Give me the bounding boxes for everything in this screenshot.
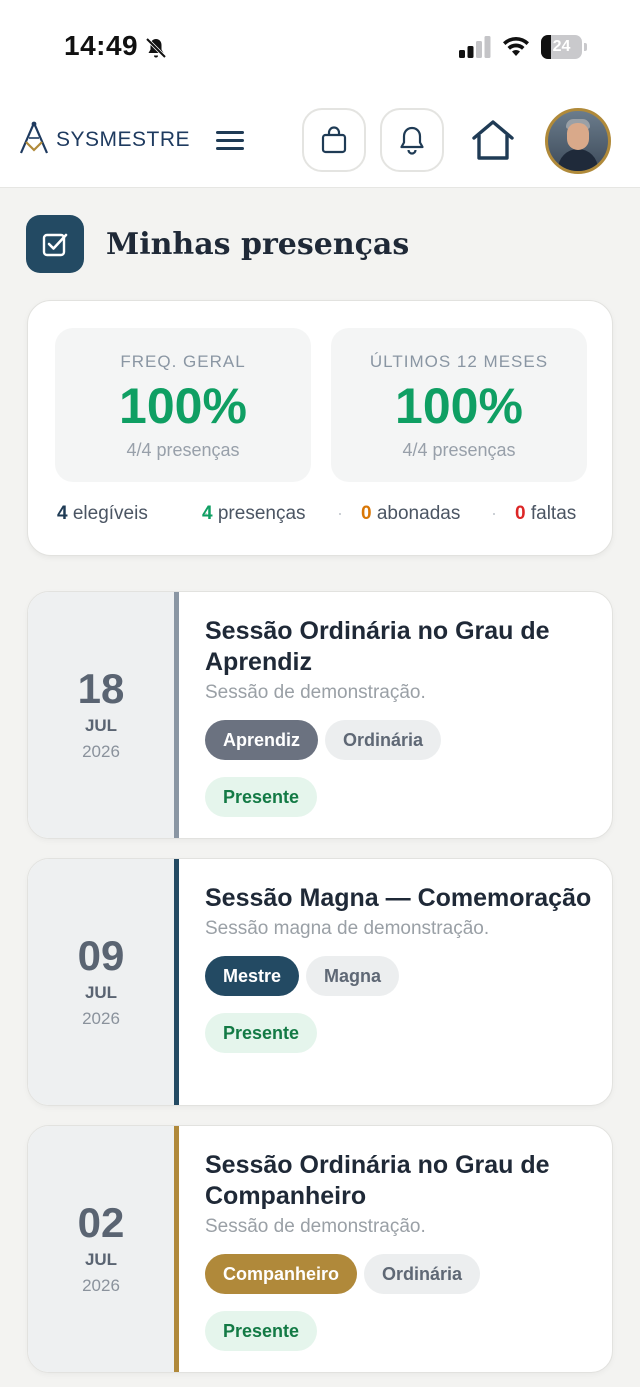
session-type-tag: Magna xyxy=(306,956,400,996)
session-type-tag: Ordinária xyxy=(325,720,442,760)
separator-dot: · xyxy=(337,503,343,523)
date-day: 18 xyxy=(77,665,125,712)
stat-label: FREQ. GERAL xyxy=(120,352,246,371)
stat-sub: 4/4 presenças xyxy=(126,440,240,460)
user-avatar[interactable] xyxy=(545,108,611,174)
attendance-counts: 4 elegíveis · 4 presenças · 0 abonadas ·… xyxy=(28,503,614,533)
status-bar: 14:49 24 xyxy=(0,0,640,96)
wifi-icon xyxy=(503,36,529,56)
date-year: 2026 xyxy=(82,742,120,761)
session-title: Sessão Ordinária no Grau de Aprendiz xyxy=(205,617,550,676)
session-title: Sessão Magna — Comemoração xyxy=(205,884,592,912)
session-date: 02 JUL 2026 xyxy=(28,1126,174,1372)
session-type-tag: Ordinária xyxy=(364,1254,481,1294)
session-title: Sessão Ordinária no Grau de Companheiro xyxy=(205,1151,550,1210)
date-month: JUL xyxy=(84,983,118,1002)
session-card[interactable]: 09 JUL 2026 Sessão Magna — Comemoração S… xyxy=(27,858,613,1106)
date-month: JUL xyxy=(84,716,118,735)
stat-value: 100% xyxy=(119,378,247,434)
attendance-status-badge: Presente xyxy=(205,1311,318,1351)
presence-count: 4 presenças xyxy=(202,503,306,524)
attendance-status-badge: Presente xyxy=(205,1013,318,1053)
overall-frequency-stat: FREQ. GERAL 100% 4/4 presenças xyxy=(55,328,311,482)
session-date: 18 JUL 2026 xyxy=(28,592,174,838)
date-year: 2026 xyxy=(82,1009,120,1028)
page-title: Minhas presenças xyxy=(106,226,410,262)
grade-tag: Companheiro xyxy=(205,1254,358,1294)
grade-accent-bar xyxy=(174,592,179,838)
notifications-button[interactable] xyxy=(380,108,444,172)
menu-button[interactable] xyxy=(214,126,248,156)
app-header: SYSMESTRE xyxy=(0,96,640,188)
shop-button[interactable] xyxy=(302,108,366,172)
logo-text: SYSMESTRE xyxy=(56,128,191,151)
grade-tag: Mestre xyxy=(205,956,300,996)
date-month: JUL xyxy=(84,1250,118,1269)
grade-tag: Aprendiz xyxy=(205,720,319,760)
checkbox-icon xyxy=(26,215,84,273)
page-header: Minhas presenças xyxy=(26,214,409,274)
grade-accent-bar xyxy=(174,859,179,1105)
stat-label: ÚLTIMOS 12 MESES xyxy=(369,352,549,371)
session-description: Sessão de demonstração. xyxy=(205,682,426,703)
home-icon[interactable] xyxy=(470,118,516,162)
attendance-status-badge: Presente xyxy=(205,777,318,817)
bell-off-icon xyxy=(145,37,167,59)
excused-count: 0 abonadas xyxy=(361,503,461,524)
status-time: 14:49 xyxy=(64,30,139,61)
hamburger-line xyxy=(216,147,244,150)
stat-value: 100% xyxy=(395,378,523,434)
stat-sub: 4/4 presenças xyxy=(402,440,516,460)
battery-level: 24 xyxy=(552,38,571,55)
shopping-bag-icon xyxy=(321,126,347,154)
date-day: 02 xyxy=(77,1199,125,1246)
grade-accent-bar xyxy=(174,1126,179,1372)
eligible-count: 4 elegíveis xyxy=(57,503,148,524)
session-card[interactable]: 18 JUL 2026 Sessão Ordinária no Grau de … xyxy=(27,591,613,839)
square-compass-icon xyxy=(19,121,49,154)
sysmestre-logo[interactable]: SYSMESTRE xyxy=(18,120,190,160)
session-description: Sessão magna de demonstração. xyxy=(205,918,490,939)
separator-dot: · xyxy=(491,503,497,523)
attendance-summary-card: FREQ. GERAL 100% 4/4 presenças ÚLTIMOS 1… xyxy=(27,300,613,556)
date-day: 09 xyxy=(77,932,125,979)
date-year: 2026 xyxy=(82,1276,120,1295)
hamburger-line xyxy=(216,131,244,134)
bell-icon xyxy=(400,126,424,155)
session-description: Sessão de demonstração. xyxy=(205,1216,426,1237)
session-date: 09 JUL 2026 xyxy=(28,859,174,1105)
hamburger-line xyxy=(216,139,244,142)
absence-count: 0 faltas xyxy=(515,503,577,524)
battery-icon: 24 xyxy=(541,35,587,59)
cellular-signal-icon xyxy=(459,36,491,58)
session-card[interactable]: 02 JUL 2026 Sessão Ordinária no Grau de … xyxy=(27,1125,613,1373)
last-12-months-stat: ÚLTIMOS 12 MESES 100% 4/4 presenças xyxy=(331,328,587,482)
